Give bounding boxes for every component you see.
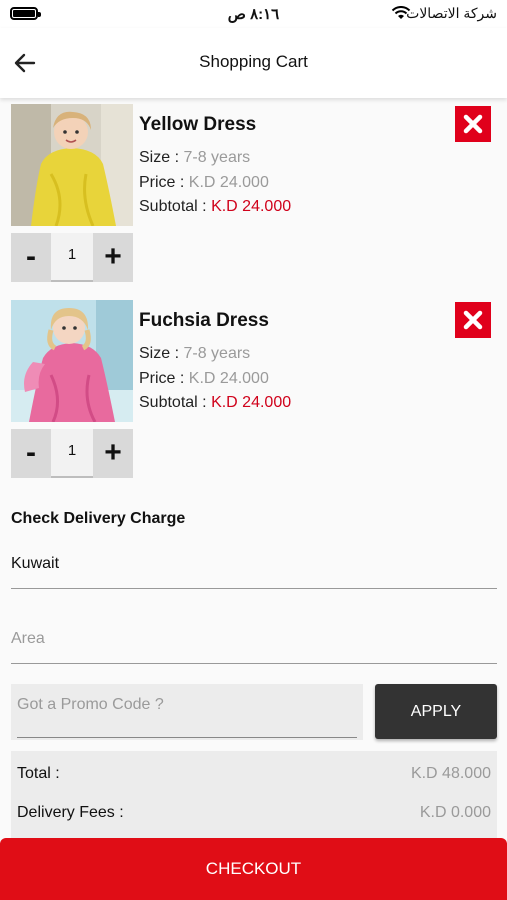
price-row: Price : K.D 24.000 xyxy=(139,370,269,388)
increase-quantity-button[interactable]: + xyxy=(93,233,133,282)
price-row: Price : K.D 24.000 xyxy=(139,174,269,192)
size-label: Size : xyxy=(139,149,180,166)
size-row: Size : 7-8 years xyxy=(139,345,250,363)
total-value: K.D 48.000 xyxy=(410,765,491,782)
page-title: Shopping Cart xyxy=(199,52,308,71)
promo-code-field[interactable]: Got a Promo Code ? xyxy=(11,684,363,740)
promo-underline xyxy=(17,737,357,738)
checkout-button[interactable]: CHECKOUT xyxy=(0,838,507,900)
carrier-name: شركة الاتصالات xyxy=(406,5,497,21)
area-field[interactable]: Area xyxy=(11,630,497,664)
cart-item: Fuchsia Dress Size : 7-8 years Price : K… xyxy=(0,300,507,480)
increase-quantity-button[interactable]: + xyxy=(93,429,133,478)
close-icon xyxy=(463,310,483,330)
apply-promo-button[interactable]: APPLY xyxy=(375,684,497,739)
status-bar: ٨:١٦ ص شركة الاتصالات xyxy=(0,0,507,28)
subtotal-value: K.D 24.000 xyxy=(211,198,292,215)
price-label: Price : xyxy=(139,174,185,191)
price-value: K.D 24.000 xyxy=(188,174,269,191)
remove-item-button[interactable] xyxy=(455,302,491,338)
subtotal-label: Subtotal : xyxy=(139,394,207,411)
decrease-quantity-button[interactable]: - xyxy=(11,233,51,282)
quantity-stepper: - 1 + xyxy=(11,429,133,478)
product-name: Yellow Dress xyxy=(139,114,257,135)
size-value: 7-8 years xyxy=(183,149,251,166)
delivery-fees-value: K.D 0.000 xyxy=(419,804,491,821)
subtotal-value: K.D 24.000 xyxy=(211,394,292,411)
price-label: Price : xyxy=(139,370,185,387)
remove-item-button[interactable] xyxy=(455,106,491,142)
total-label: Total : xyxy=(17,765,60,782)
decrease-quantity-button[interactable]: - xyxy=(11,429,51,478)
subtotal-row: Subtotal : K.D 24.000 xyxy=(139,198,291,216)
promo-code-input[interactable]: Got a Promo Code ? xyxy=(17,696,164,714)
product-name: Fuchsia Dress xyxy=(139,310,269,331)
size-label: Size : xyxy=(139,345,180,362)
order-summary: Total : K.D 48.000 Delivery Fees : K.D 0… xyxy=(11,751,497,846)
product-image[interactable] xyxy=(11,300,133,422)
subtotal-row: Subtotal : K.D 24.000 xyxy=(139,394,291,412)
quantity-value[interactable]: 1 xyxy=(51,233,93,282)
quantity-value[interactable]: 1 xyxy=(51,429,93,478)
price-value: K.D 24.000 xyxy=(188,370,269,387)
product-image[interactable] xyxy=(11,104,133,226)
nav-bar: Shopping Cart xyxy=(0,28,507,98)
quantity-stepper: - 1 + xyxy=(11,233,133,282)
size-value: 7-8 years xyxy=(183,345,251,362)
delivery-section-title: Check Delivery Charge xyxy=(11,510,186,527)
size-row: Size : 7-8 years xyxy=(139,149,250,167)
country-field[interactable]: Kuwait xyxy=(11,555,497,589)
delivery-fees-label: Delivery Fees : xyxy=(17,804,124,821)
close-icon xyxy=(463,114,483,134)
cart-item: Yellow Dress Size : 7-8 years Price : K.… xyxy=(0,104,507,284)
subtotal-label: Subtotal : xyxy=(139,198,207,215)
